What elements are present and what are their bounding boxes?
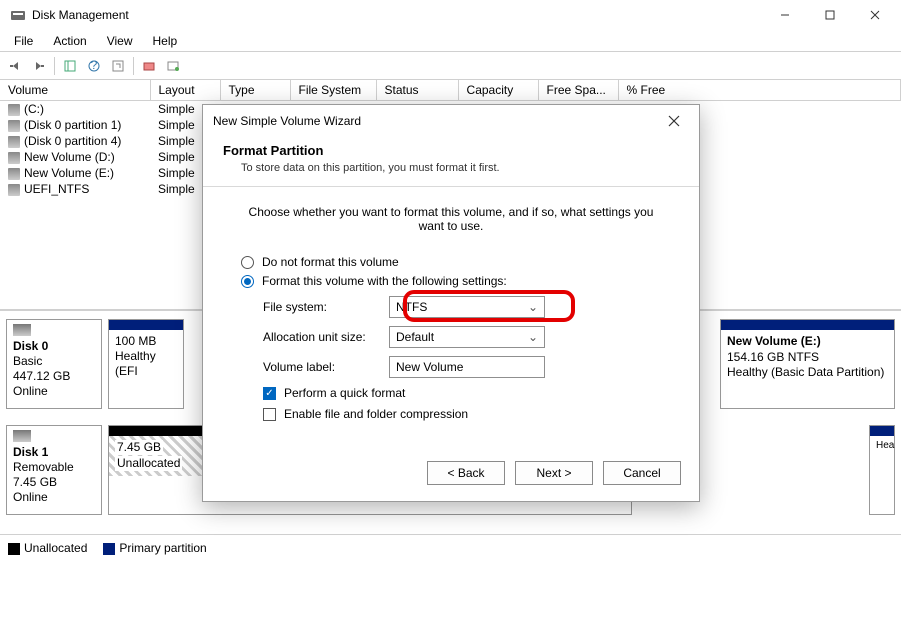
col-free[interactable]: Free Spa... bbox=[538, 80, 618, 101]
disk-icon bbox=[13, 324, 31, 336]
option-do-not-format[interactable]: Do not format this volume bbox=[241, 255, 661, 269]
nav-forward-button[interactable] bbox=[28, 55, 50, 77]
toolbar-help-button[interactable]: ? bbox=[83, 55, 105, 77]
svg-text:?: ? bbox=[91, 59, 98, 72]
back-button[interactable]: < Back bbox=[427, 461, 505, 485]
cancel-button[interactable]: Cancel bbox=[603, 461, 681, 485]
volume-icon bbox=[8, 152, 20, 164]
file-system-label: File system: bbox=[263, 300, 389, 314]
menu-bar: File Action View Help bbox=[0, 30, 901, 52]
allocation-unit-select[interactable]: Default ⌄ bbox=[389, 326, 545, 348]
wizard-title-bar[interactable]: New Simple Volume Wizard bbox=[203, 105, 699, 137]
close-button[interactable] bbox=[852, 0, 897, 30]
col-volume[interactable]: Volume bbox=[0, 80, 150, 101]
toolbar-tree-button[interactable] bbox=[59, 55, 81, 77]
new-simple-volume-wizard: New Simple Volume Wizard Format Partitio… bbox=[202, 104, 700, 502]
wizard-subheading: To store data on this partition, you mus… bbox=[223, 162, 679, 174]
volume-label-label: Volume label: bbox=[263, 360, 389, 374]
volume-icon bbox=[8, 168, 20, 180]
wizard-intro: Choose whether you want to format this v… bbox=[241, 205, 661, 233]
col-status[interactable]: Status bbox=[376, 80, 458, 101]
toolbar-view-button[interactable] bbox=[162, 55, 184, 77]
col-pctfree[interactable]: % Free bbox=[618, 80, 900, 101]
menu-file[interactable]: File bbox=[4, 32, 43, 50]
toolbar-action-button[interactable] bbox=[138, 55, 160, 77]
legend-unallocated: Unallocated bbox=[8, 541, 87, 555]
wizard-heading: Format Partition bbox=[223, 143, 679, 158]
wizard-title: New Simple Volume Wizard bbox=[213, 114, 361, 128]
menu-action[interactable]: Action bbox=[43, 32, 96, 50]
volume-icon bbox=[8, 104, 20, 116]
wizard-header: Format Partition To store data on this p… bbox=[203, 137, 699, 187]
col-layout[interactable]: Layout bbox=[150, 80, 220, 101]
allocation-unit-label: Allocation unit size: bbox=[263, 330, 389, 344]
checkbox-checked-icon: ✓ bbox=[263, 387, 276, 400]
volume-icon bbox=[8, 120, 20, 132]
app-icon bbox=[10, 7, 26, 23]
volume-label-input[interactable]: New Volume bbox=[389, 356, 545, 378]
legend-primary: Primary partition bbox=[103, 541, 206, 555]
wizard-close-button[interactable] bbox=[659, 106, 689, 136]
toolbar: ? bbox=[0, 52, 901, 80]
chevron-down-icon: ⌄ bbox=[528, 330, 538, 344]
col-capacity[interactable]: Capacity bbox=[458, 80, 538, 101]
column-headers[interactable]: Volume Layout Type File System Status Ca… bbox=[0, 80, 901, 101]
minimize-button[interactable] bbox=[762, 0, 807, 30]
toolbar-refresh-button[interactable] bbox=[107, 55, 129, 77]
nav-back-button[interactable] bbox=[4, 55, 26, 77]
app-title: Disk Management bbox=[32, 8, 129, 22]
radio-checked-icon bbox=[241, 275, 254, 288]
file-system-select[interactable]: NTFS ⌄ bbox=[389, 296, 545, 318]
col-fs[interactable]: File System bbox=[290, 80, 376, 101]
volume-icon bbox=[8, 136, 20, 148]
quick-format-checkbox[interactable]: ✓ Perform a quick format bbox=[263, 386, 661, 400]
partition-box[interactable]: 100 MBHealthy (EFI bbox=[108, 319, 184, 409]
maximize-button[interactable] bbox=[807, 0, 852, 30]
menu-help[interactable]: Help bbox=[143, 32, 188, 50]
disk-icon bbox=[13, 430, 31, 442]
col-type[interactable]: Type bbox=[220, 80, 290, 101]
toolbar-separator bbox=[54, 57, 55, 75]
disk-label[interactable]: Disk 1Removable7.45 GBOnline bbox=[6, 425, 102, 515]
chevron-down-icon: ⌄ bbox=[528, 300, 538, 314]
compression-checkbox[interactable]: Enable file and folder compression bbox=[263, 407, 661, 421]
volume-icon bbox=[8, 184, 20, 196]
legend: Unallocated Primary partition bbox=[0, 535, 901, 561]
partition-box-trailing[interactable]: Hea bbox=[869, 425, 895, 515]
radio-unchecked-icon bbox=[241, 256, 254, 269]
toolbar-separator-2 bbox=[133, 57, 134, 75]
disk-label[interactable]: Disk 0Basic447.12 GBOnline bbox=[6, 319, 102, 409]
option-format-with-settings[interactable]: Format this volume with the following se… bbox=[241, 274, 661, 288]
checkbox-unchecked-icon bbox=[263, 408, 276, 421]
next-button[interactable]: Next > bbox=[515, 461, 593, 485]
menu-view[interactable]: View bbox=[97, 32, 143, 50]
title-bar: Disk Management bbox=[0, 0, 901, 30]
partition-box[interactable]: New Volume (E:)154.16 GB NTFSHealthy (Ba… bbox=[720, 319, 895, 409]
